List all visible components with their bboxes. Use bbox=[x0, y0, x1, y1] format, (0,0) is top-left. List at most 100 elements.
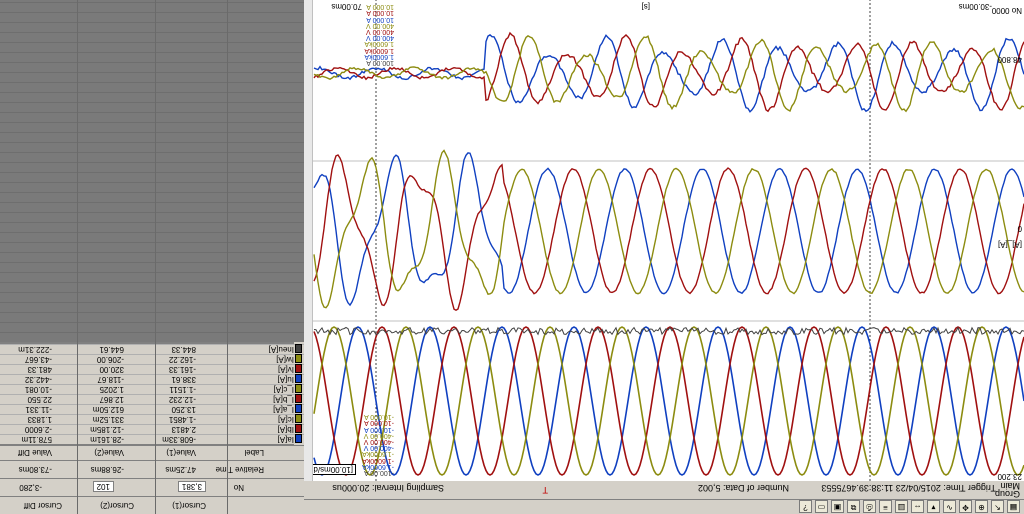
col-cursor-diff[interactable]: Cursor Diff bbox=[24, 501, 62, 510]
relative-time-row: Relative Time 47.25ms -26.88ms -73.80ms bbox=[0, 460, 304, 478]
empty-row bbox=[0, 232, 304, 242]
channel-color-swatch bbox=[295, 394, 302, 403]
channel-label: I_b[A] bbox=[273, 395, 294, 404]
main-label[interactable]: Main bbox=[1000, 481, 1020, 491]
scale-label: 400.00 V bbox=[365, 28, 394, 35]
empty-row bbox=[0, 292, 304, 302]
empty-row bbox=[0, 0, 304, 2]
scale-label: 1.6000kA bbox=[364, 52, 394, 60]
empty-row bbox=[0, 182, 304, 192]
plot-scrollbar[interactable] bbox=[303, 0, 313, 481]
print-icon[interactable]: ⎙ bbox=[863, 500, 876, 514]
empty-row bbox=[0, 212, 304, 222]
grid-icon[interactable]: ▦ bbox=[1007, 500, 1020, 514]
save-icon[interactable]: ▣ bbox=[831, 500, 844, 514]
scale-label: 400.00 V bbox=[365, 21, 394, 29]
channel-label: I_c[A] bbox=[273, 385, 294, 394]
channel-label: Ib[A] bbox=[277, 425, 294, 434]
toolbar: ▦ ↖ ⊕ ✥ ∿ ▾ ↔ ▥ ≡ ⎙ ⧉ ▣ ▭ ? bbox=[304, 499, 1024, 514]
scale-label: -10.000 A bbox=[364, 413, 394, 421]
empty-row bbox=[0, 302, 304, 312]
value2-header: Value(2) bbox=[94, 448, 124, 457]
empty-row bbox=[0, 152, 304, 162]
empty-row bbox=[0, 122, 304, 132]
empty-row bbox=[0, 282, 304, 292]
col-cursor2[interactable]: Cursor(2) bbox=[100, 501, 134, 510]
scale-label: -100.00 A bbox=[364, 469, 394, 476]
measure-icon[interactable]: ↔ bbox=[911, 500, 924, 514]
channel-color-swatch bbox=[295, 414, 302, 423]
record-number: No 0000 bbox=[991, 6, 1022, 15]
value1-header: Value(1) bbox=[166, 448, 196, 457]
value1: 2.4813 bbox=[171, 425, 196, 434]
table-row[interactable]: Ia[A] -608.33m -28.161m 578.11m bbox=[0, 434, 304, 444]
empty-row bbox=[0, 112, 304, 122]
table-row[interactable]: Ineu[A] 844.33 644.61 -222.31m bbox=[0, 344, 304, 354]
zoom-icon[interactable]: ⊕ bbox=[975, 500, 988, 514]
transient-wave bbox=[313, 31, 1024, 113]
table-row[interactable]: I_b[A] -12.232 12.867 22.550 bbox=[0, 394, 304, 404]
empty-row bbox=[0, 22, 304, 32]
table-row[interactable]: Iu[A] 338.61 -118.67 -442.32 bbox=[0, 374, 304, 384]
empty-row bbox=[0, 102, 304, 112]
table-row[interactable]: Iw[A] -162.22 -206.00 -43.667 bbox=[0, 354, 304, 364]
neutral-current-wave bbox=[313, 326, 1024, 336]
empty-row bbox=[0, 32, 304, 42]
scale-label: 1.6000kA bbox=[364, 40, 394, 48]
panel-column-headers: Cursor(1) Cursor(2) Cursor Diff bbox=[0, 496, 304, 514]
help-icon[interactable]: ? bbox=[799, 500, 812, 514]
y-zero-label: 0 bbox=[1017, 224, 1022, 233]
table-row[interactable]: I_a[A] 13.250 612.50m -11.331 bbox=[0, 404, 304, 414]
empty-row bbox=[0, 92, 304, 102]
channel-color-swatch bbox=[295, 404, 302, 413]
pan-icon[interactable]: ✥ bbox=[959, 500, 972, 514]
value2: 612.50m bbox=[92, 405, 124, 414]
table-row[interactable]: Iv[A] -161.33 320.00 481.33 bbox=[0, 364, 304, 374]
channel-label: Ic[A] bbox=[277, 415, 294, 424]
waveform-plot[interactable]: 48.800 23.200 0 [A]_[A] No 0000 -30.00ms… bbox=[302, 0, 1024, 481]
waveform-icon[interactable]: ∿ bbox=[943, 500, 956, 514]
value1: -1.1511 bbox=[169, 385, 196, 394]
open-icon[interactable]: ▭ bbox=[815, 500, 828, 514]
empty-row bbox=[0, 272, 304, 282]
table-row[interactable]: Ic[A] -1.4851 331.52m 1.1833 bbox=[0, 414, 304, 424]
marker-icon[interactable]: ▾ bbox=[927, 500, 940, 514]
x-right-label: 70.00ms bbox=[331, 2, 362, 11]
waveform-canvas[interactable] bbox=[313, 0, 1024, 481]
x-left-label: -30.00ms bbox=[958, 2, 992, 11]
value-diff: -2.6000 bbox=[24, 425, 52, 434]
cursor-icon[interactable]: ↖ bbox=[991, 500, 1004, 514]
scale-label: -10.000 A bbox=[364, 425, 394, 433]
empty-row bbox=[0, 2, 304, 12]
value2: 12.867 bbox=[99, 395, 124, 404]
channel-color-swatch bbox=[295, 424, 302, 433]
value-diff: -222.31m bbox=[18, 345, 52, 354]
fft-icon[interactable]: ▥ bbox=[895, 500, 908, 514]
value2: -206.00 bbox=[96, 355, 124, 364]
table-row[interactable]: Ib[A] 2.4813 -12.185m -2.6000 bbox=[0, 424, 304, 434]
copy-icon[interactable]: ⧉ bbox=[847, 500, 860, 514]
value-diff: -43.667 bbox=[24, 355, 52, 364]
empty-row bbox=[0, 252, 304, 262]
cursor2-no[interactable]: 102 bbox=[92, 481, 114, 492]
y-bottom-label: 23.200 bbox=[997, 472, 1022, 481]
cursor1-no[interactable]: 3,381 bbox=[177, 481, 206, 492]
current-wave bbox=[313, 152, 1024, 307]
value-headers: Label Value(1) Value(2) Value Diff bbox=[0, 445, 304, 460]
number-of-data: Number of Data: 5,002 bbox=[697, 483, 789, 493]
empty-row bbox=[0, 52, 304, 62]
empty-row bbox=[0, 62, 304, 72]
x-center-label: [s] bbox=[641, 2, 650, 11]
diff-time: -73.80ms bbox=[18, 465, 52, 474]
empty-row bbox=[0, 132, 304, 142]
no-label: No bbox=[233, 483, 244, 492]
channel-color-swatch bbox=[295, 384, 302, 393]
empty-row bbox=[0, 12, 304, 22]
col-cursor1[interactable]: Cursor(1) bbox=[172, 501, 206, 510]
trigger-time: Trigger Time: 2015/04/23 11:38:39.467555… bbox=[821, 483, 996, 493]
list-icon[interactable]: ≡ bbox=[879, 500, 892, 514]
table-row[interactable]: I_c[A] -1.1511 1.2025 -10.081 bbox=[0, 384, 304, 394]
channel-label: I_a[A] bbox=[273, 405, 294, 414]
scale-label: 1.6000kA bbox=[364, 46, 394, 54]
empty-row bbox=[0, 312, 304, 322]
